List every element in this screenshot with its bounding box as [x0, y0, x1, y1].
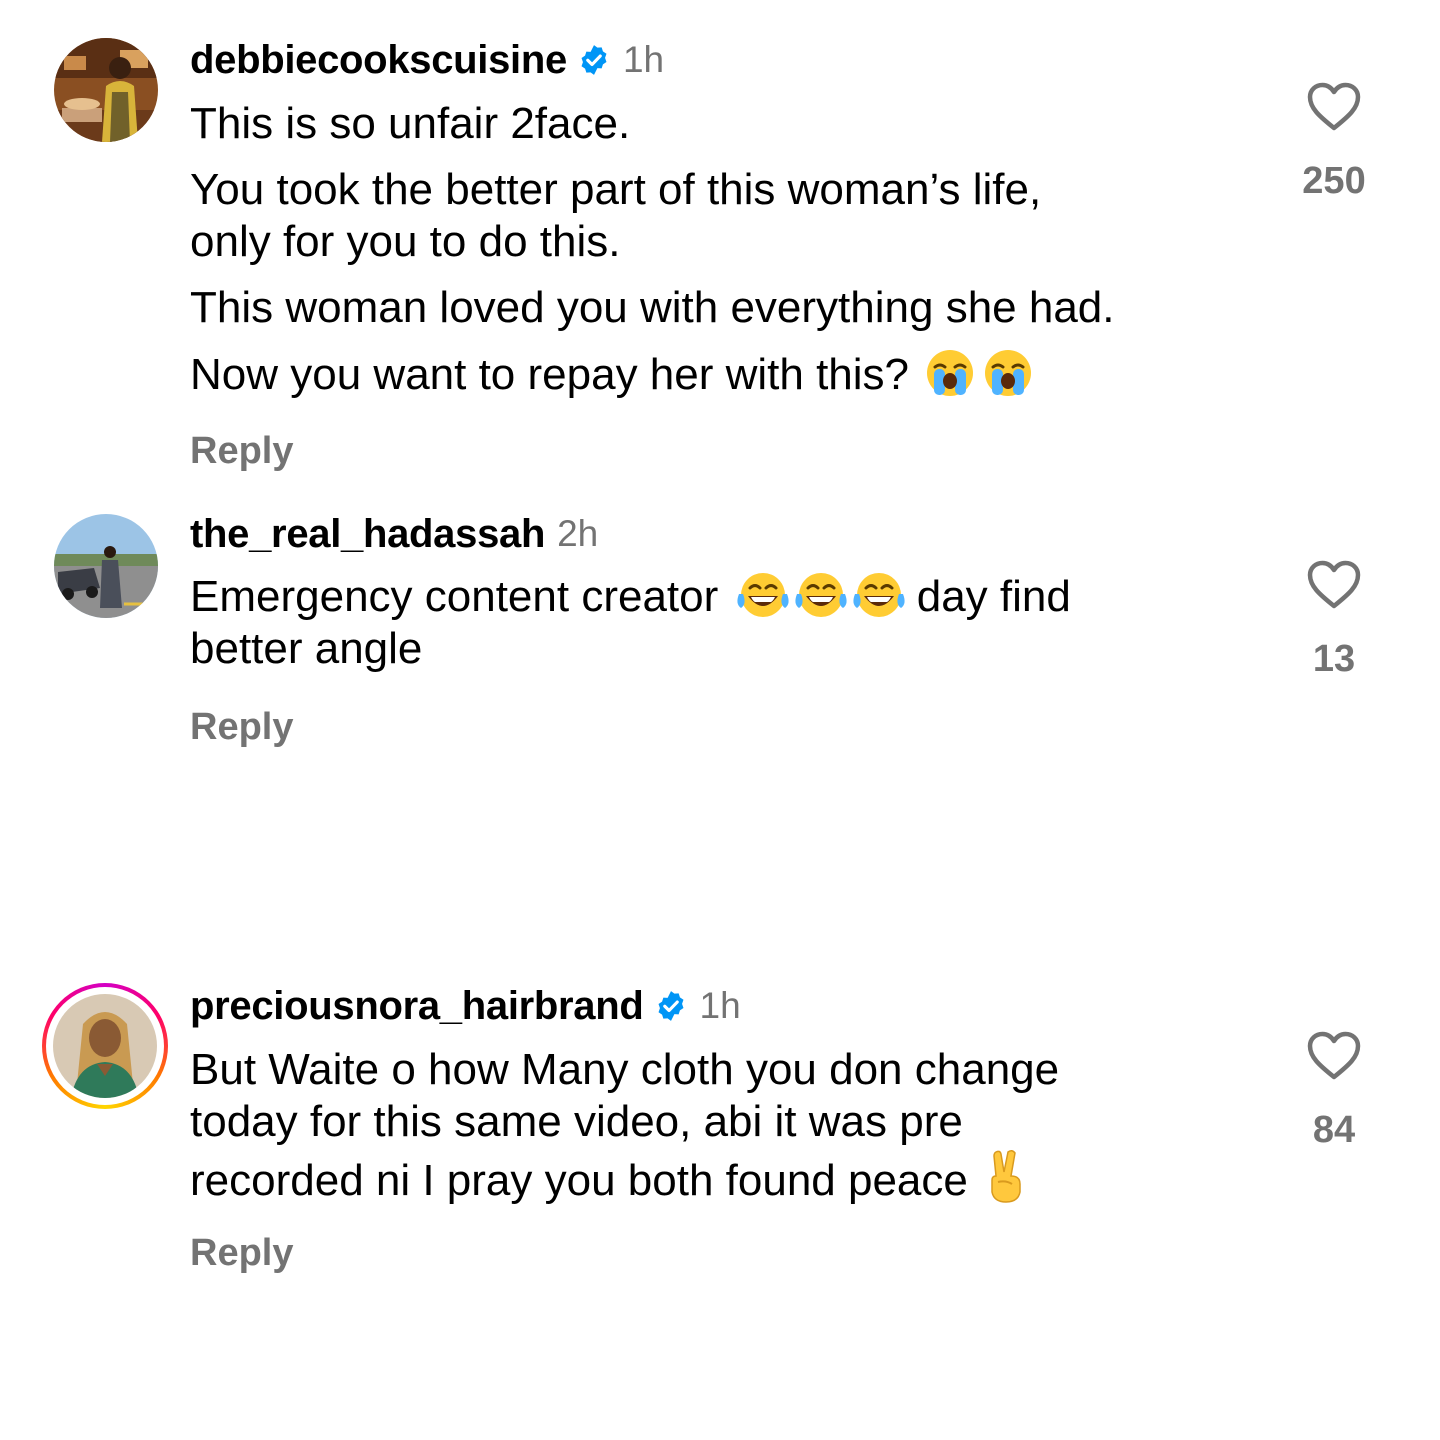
- username[interactable]: preciousnora_hairbrand: [190, 984, 644, 1029]
- comment-header: debbiecookscuisine 1h: [190, 38, 664, 82]
- heart-outline-icon[interactable]: [1307, 560, 1361, 610]
- face-with-tears-of-joy-icon: [793, 570, 847, 620]
- heart-outline-icon[interactable]: [1307, 1031, 1361, 1081]
- face-with-tears-of-joy-icon: [735, 570, 789, 620]
- reply-button[interactable]: Reply: [190, 706, 293, 749]
- reply-button[interactable]: Reply: [190, 1232, 293, 1275]
- comment-text: But Waite o how Many cloth you don chang…: [190, 1044, 1270, 1207]
- comment-line: only for you to do this.: [190, 217, 621, 266]
- avatar[interactable]: [53, 994, 157, 1098]
- reply-button[interactable]: Reply: [190, 430, 293, 473]
- loudly-crying-face-icon: [925, 348, 975, 398]
- comment-line-text: Emergency content creator: [190, 572, 719, 621]
- comment-text: Emergency content creator day find bette…: [190, 570, 1270, 689]
- comment-line: today for this same video, abi it was pr…: [190, 1097, 963, 1146]
- comment-time: 1h: [622, 39, 665, 80]
- comment-time: 2h: [557, 513, 599, 554]
- comment-line-text: day find: [916, 572, 1071, 621]
- comment-line: You took the better part of this woman’s…: [190, 164, 1270, 216]
- avatar[interactable]: [54, 514, 158, 618]
- like-count: 84: [1312, 1109, 1356, 1151]
- comment-header: the_real_hadassah 2h: [190, 512, 598, 556]
- like-control: 250: [1292, 82, 1376, 203]
- comment-line: better angle: [190, 624, 423, 673]
- like-control: 84: [1292, 1031, 1376, 1152]
- comment-text: This is so unfair 2face. You took the be…: [190, 98, 1270, 401]
- like-control: 13: [1292, 560, 1376, 681]
- verified-badge-icon: [577, 43, 611, 77]
- username[interactable]: debbiecookscuisine: [190, 38, 567, 83]
- comment-line-text: Now you want to repay her with this?: [190, 350, 910, 399]
- story-ring[interactable]: [42, 983, 168, 1109]
- comment-line: Emergency content creator day find: [190, 570, 1270, 623]
- comment-line: Now you want to repay her with this?: [190, 348, 1270, 401]
- loudly-crying-face-icon: [983, 348, 1033, 398]
- like-count: 13: [1312, 638, 1356, 680]
- comment-line-text: You took the better part of this woman’s…: [190, 165, 1042, 214]
- comment-line: But Waite o how Many cloth you don chang…: [190, 1045, 1060, 1094]
- like-count: 250: [1302, 160, 1366, 202]
- comment-line: This woman loved you with everything she…: [190, 283, 1115, 332]
- comment-line: This is so unfair 2face.: [190, 99, 631, 148]
- comment-line-text: recorded ni I pray you both found peace: [190, 1156, 968, 1205]
- heart-outline-icon[interactable]: [1307, 82, 1361, 132]
- face-with-tears-of-joy-icon: [851, 570, 905, 620]
- comment-time: 1h: [699, 985, 741, 1026]
- username[interactable]: the_real_hadassah: [190, 512, 545, 557]
- victory-hand-icon: [984, 1148, 1028, 1203]
- verified-badge-icon: [654, 989, 688, 1023]
- avatar[interactable]: [54, 38, 158, 142]
- comment-header: preciousnora_hairbrand 1h: [190, 984, 741, 1028]
- comment-line: recorded ni I pray you both found peace: [190, 1148, 1270, 1207]
